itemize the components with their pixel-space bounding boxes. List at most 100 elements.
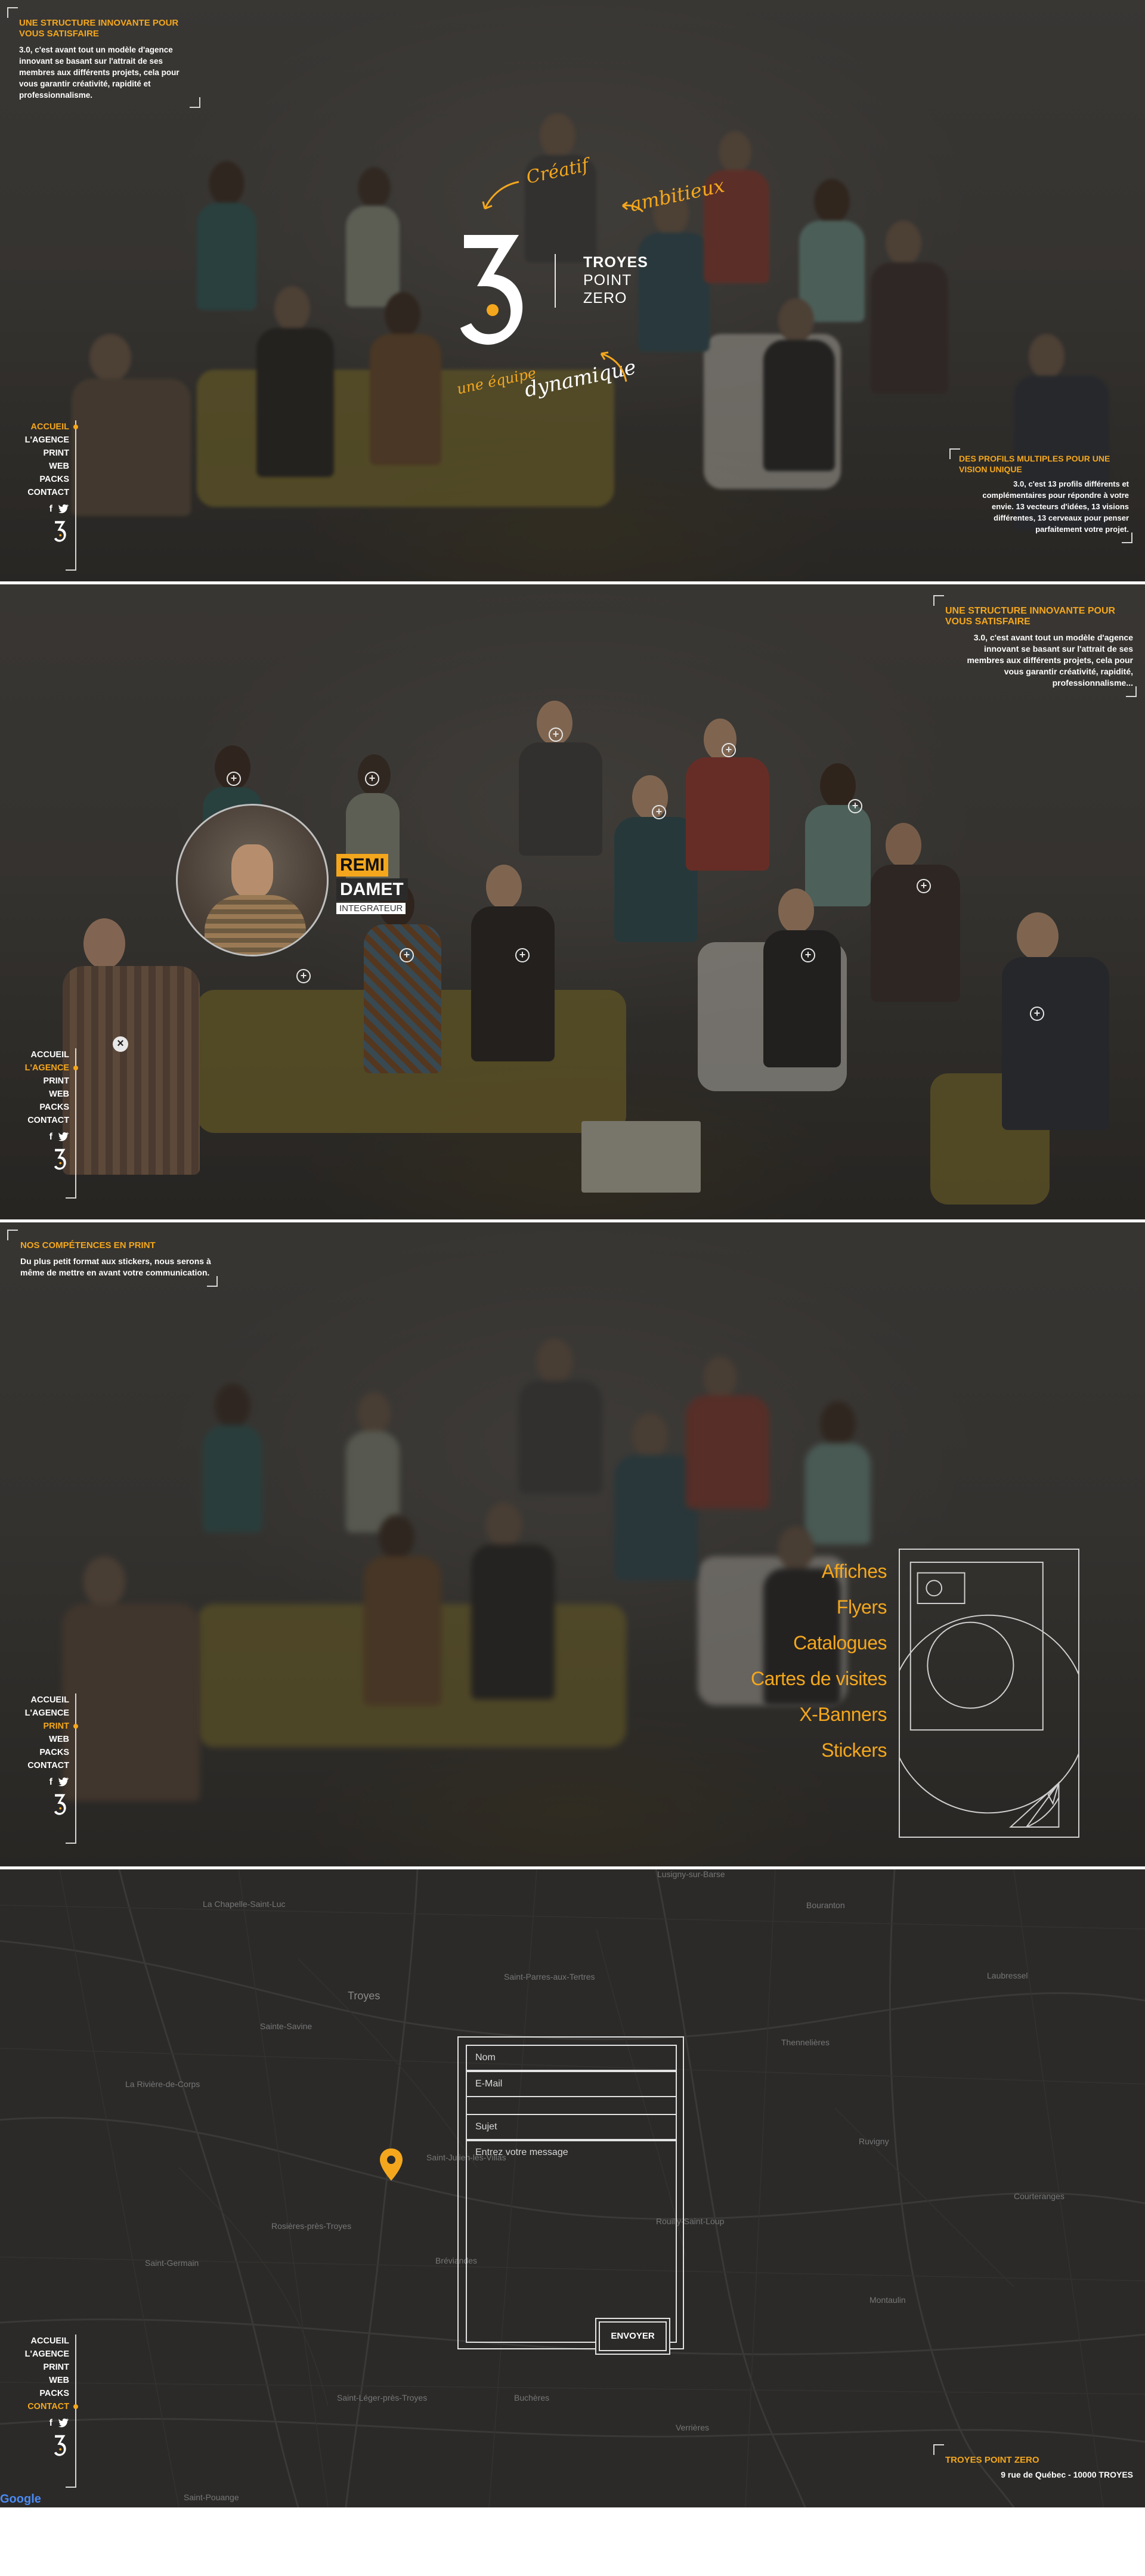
map-pin-icon[interactable] [380, 2148, 403, 2181]
social-links: f [23, 1777, 69, 1788]
side-nav: ACCUEIL L'AGENCE PRINT WEB PACKS CONTACT… [23, 420, 78, 571]
logo-line-troyes: TROYES [583, 254, 648, 271]
nav-print[interactable]: PRINT [23, 447, 70, 460]
facebook-icon[interactable]: f [49, 2418, 52, 2429]
print-item-flyers[interactable]: Flyers [751, 1589, 887, 1625]
nav-logo-icon[interactable] [51, 2435, 69, 2456]
twitter-icon[interactable] [58, 1132, 69, 1141]
nav-accueil[interactable]: ACCUEIL [23, 1693, 69, 1707]
close-button[interactable]: × [113, 1036, 128, 1052]
nav-print[interactable]: PRINT [23, 1720, 70, 1733]
nav-contact[interactable]: CONTACT [23, 2400, 69, 2413]
logo-line-point: POINT [583, 272, 632, 289]
nav-packs[interactable]: PACKS [23, 1746, 69, 1759]
twitter-icon[interactable] [58, 1777, 69, 1787]
map-label: Ruvigny [859, 2137, 889, 2146]
name-input[interactable] [466, 2045, 677, 2071]
map-label: Courteranges [1014, 2191, 1064, 2201]
nav-agence[interactable]: L'AGENCE [23, 1061, 69, 1075]
panel-text: 3.0, c'est avant tout un modèle d'agence… [19, 45, 180, 100]
nav-logo-icon[interactable] [51, 521, 69, 542]
logo-wordmark: TROYES POINT ZERO [583, 253, 648, 307]
twitter-icon[interactable] [58, 2418, 69, 2428]
nav-print[interactable]: PRINT [23, 1075, 70, 1088]
send-button[interactable]: ENVOYER [595, 2318, 670, 2355]
google-logo[interactable]: Google [0, 2493, 41, 2506]
member-first-name: REMI [336, 854, 388, 877]
member-role: INTEGRATEUR [336, 903, 406, 914]
member-marker[interactable]: + [296, 969, 311, 983]
address-title: TROYES POINT ZERO [945, 2455, 1039, 2465]
nav-accueil[interactable]: ACCUEIL [23, 2334, 69, 2348]
nav-accueil[interactable]: ACCUEIL [23, 420, 69, 434]
facebook-icon[interactable]: f [49, 1132, 52, 1143]
nav-web[interactable]: WEB [23, 460, 69, 473]
nav-print[interactable]: PRINT [23, 2361, 70, 2374]
map-label: Sainte-Savine [260, 2021, 312, 2031]
nav-agence[interactable]: L'AGENCE [23, 2348, 69, 2361]
member-marker[interactable]: + [365, 772, 379, 786]
bracket-corner [7, 1230, 18, 1240]
map-label: Verrières [676, 2423, 710, 2432]
panel-text: 3.0, c'est avant tout un modèle d'agence… [967, 633, 1133, 688]
facebook-icon[interactable]: f [49, 504, 52, 515]
member-marker[interactable]: + [1030, 1007, 1044, 1021]
nav-logo-icon[interactable] [51, 1148, 69, 1170]
map-label: La Chapelle-Saint-Luc [203, 1899, 286, 1909]
message-textarea[interactable] [466, 2140, 677, 2343]
print-item-x-banners[interactable]: X-Banners [751, 1696, 887, 1732]
email-input[interactable] [466, 2071, 677, 2097]
member-marker[interactable]: + [549, 727, 563, 742]
subject-input[interactable] [466, 2114, 677, 2140]
member-marker[interactable]: + [801, 948, 815, 962]
nav-web[interactable]: WEB [23, 1088, 69, 1101]
print-item-stickers[interactable]: Stickers [751, 1732, 887, 1768]
nav-web[interactable]: WEB [23, 2374, 69, 2387]
print-item-cartes-de-visites[interactable]: Cartes de visites [751, 1661, 887, 1696]
nav-packs[interactable]: PACKS [23, 2387, 69, 2400]
nav-packs[interactable]: PACKS [23, 1101, 69, 1114]
map-label: Montaulin [869, 2295, 906, 2305]
facebook-icon[interactable]: f [49, 1777, 52, 1788]
member-marker[interactable]: + [652, 805, 666, 819]
member-marker[interactable]: + [515, 948, 530, 962]
map-label: Saint-Germain [145, 2258, 199, 2268]
member-marker[interactable]: + [227, 772, 241, 786]
bracket-corner [190, 97, 200, 108]
active-nav-dot [73, 1066, 78, 1070]
side-nav: ACCUEIL L'AGENCE PRINT WEB PACKS CONTACT… [23, 1048, 78, 1199]
nav-packs[interactable]: PACKS [23, 473, 69, 486]
member-marker[interactable]: + [917, 879, 931, 893]
social-links: f [23, 1132, 69, 1143]
map-label: Laubressel [987, 1971, 1028, 1980]
twitter-icon[interactable] [58, 504, 69, 513]
nav-logo-icon[interactable] [51, 1794, 69, 1815]
side-nav: ACCUEIL L'AGENCE PRINT WEB PACKS CONTACT… [23, 1693, 78, 1844]
nav-contact[interactable]: CONTACT [23, 1114, 69, 1127]
nav-contact[interactable]: CONTACT [23, 1759, 69, 1772]
google-wordmark: Google [0, 2493, 41, 2506]
print-item-catalogues[interactable]: Catalogues [751, 1625, 887, 1661]
member-marker[interactable]: + [848, 799, 862, 813]
nav-agence[interactable]: L'AGENCE [23, 1707, 69, 1720]
side-nav: ACCUEIL L'AGENCE PRINT WEB PACKS CONTACT… [23, 2334, 78, 2488]
arrow-ambitieux-icon [622, 201, 644, 213]
nav-accueil[interactable]: ACCUEIL [23, 1048, 69, 1061]
panel-text: 3.0, c'est 13 profils différents et comp… [982, 479, 1129, 534]
member-name-tag: REMI DAMET INTEGRATEUR [336, 854, 408, 914]
structure-panel: UNE STRUCTURE INNOVANTE POUR VOUS SATISF… [7, 7, 200, 108]
print-section: NOS COMPÉTENCES EN PRINT Du plus petit f… [0, 1222, 1145, 1866]
member-marker[interactable]: + [400, 948, 414, 962]
logo-separator [555, 254, 556, 308]
panel-title: UNE STRUCTURE INNOVANTE POUR VOUS SATISF… [19, 18, 179, 39]
print-item-affiches[interactable]: Affiches [751, 1553, 887, 1589]
nav-bracket-tick [66, 1197, 76, 1199]
member-marker[interactable]: + [722, 743, 736, 757]
panel-title: NOS COMPÉTENCES EN PRINT [20, 1240, 156, 1250]
address-text: 9 rue de Québec - 10000 TROYES [1001, 2470, 1133, 2479]
panel-title: DES PROFILS MULTIPLES POUR UNE VISION UN… [959, 454, 1110, 474]
nav-agence[interactable]: L'AGENCE [23, 434, 69, 447]
map-label: La Rivière-de-Corps [125, 2079, 200, 2089]
nav-web[interactable]: WEB [23, 1733, 69, 1746]
nav-contact[interactable]: CONTACT [23, 486, 69, 499]
